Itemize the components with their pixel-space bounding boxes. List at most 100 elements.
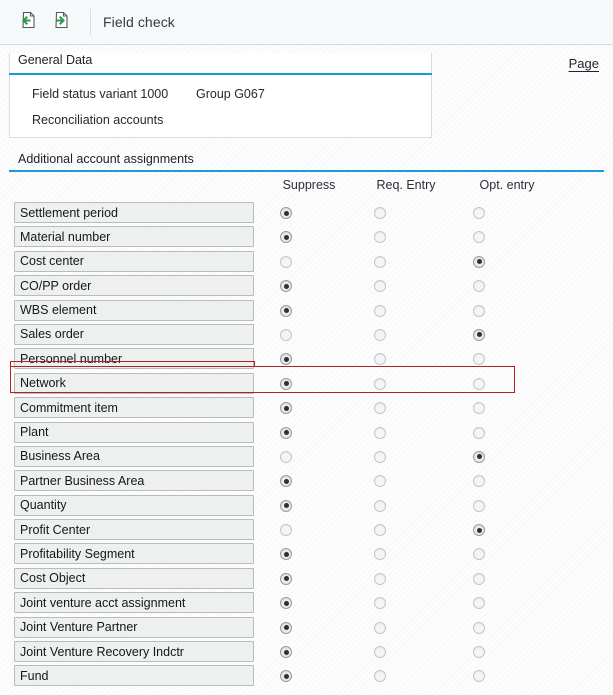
radio-suppress[interactable] <box>280 231 292 244</box>
table-row: Personnel number <box>0 347 613 371</box>
radio-suppress[interactable] <box>280 646 292 659</box>
row-label-field[interactable]: Fund <box>14 665 254 687</box>
radio-suppress[interactable] <box>280 426 292 439</box>
radio-req-entry[interactable] <box>374 597 386 610</box>
radio-suppress[interactable] <box>280 572 292 585</box>
radio-suppress[interactable] <box>280 207 292 219</box>
radio-req-entry[interactable] <box>374 328 386 341</box>
radio-opt-entry[interactable] <box>473 646 485 659</box>
page-title: Field check <box>103 14 175 30</box>
radio-opt-entry[interactable] <box>473 597 485 610</box>
table-row: Joint Venture Partner <box>0 616 613 640</box>
radio-req-entry[interactable] <box>374 280 386 293</box>
row-label-field[interactable]: Sales order <box>14 323 254 345</box>
radio-req-entry[interactable] <box>374 524 386 537</box>
radio-suppress[interactable] <box>280 621 292 634</box>
row-label-field[interactable]: Cost center <box>14 250 254 272</box>
radio-req-entry[interactable] <box>374 231 386 244</box>
table-row: Joint venture acct assignment <box>0 591 613 615</box>
row-label-field[interactable]: CO/PP order <box>14 275 254 297</box>
back-button[interactable] <box>14 8 42 36</box>
row-label-field[interactable]: WBS element <box>14 299 254 321</box>
row-label-field[interactable]: Personnel number <box>14 348 254 370</box>
radio-opt-entry[interactable] <box>473 377 485 390</box>
row-label-field[interactable]: Plant <box>14 421 254 443</box>
radio-suppress[interactable] <box>280 597 292 610</box>
radio-opt-entry[interactable] <box>473 499 485 512</box>
column-header-suppress: Suppress <box>282 178 336 192</box>
radio-opt-entry[interactable] <box>473 353 485 366</box>
radio-opt-entry[interactable] <box>473 450 485 463</box>
radio-req-entry[interactable] <box>374 646 386 659</box>
radio-opt-entry[interactable] <box>473 621 485 634</box>
radio-opt-entry[interactable] <box>473 548 485 561</box>
radio-req-entry[interactable] <box>374 621 386 634</box>
radio-opt-entry[interactable] <box>473 670 485 683</box>
table-row: Cost center <box>0 250 613 274</box>
radio-suppress[interactable] <box>280 353 292 366</box>
radio-req-entry[interactable] <box>374 450 386 463</box>
radio-req-entry[interactable] <box>374 548 386 561</box>
row-label-field[interactable]: Profitability Segment <box>14 543 254 565</box>
row-label-field[interactable]: Profit Center <box>14 519 254 541</box>
row-label-field[interactable]: Business Area <box>14 445 254 467</box>
radio-opt-entry[interactable] <box>473 402 485 415</box>
row-label-field[interactable]: Settlement period <box>14 202 254 223</box>
assignment-table: Settlement period Material number Cost cen… <box>0 201 613 689</box>
radio-suppress[interactable] <box>280 377 292 390</box>
radio-opt-entry[interactable] <box>473 426 485 439</box>
row-label-field[interactable]: Joint Venture Recovery Indctr <box>14 641 254 663</box>
radio-req-entry[interactable] <box>374 402 386 415</box>
radio-opt-entry[interactable] <box>473 231 485 244</box>
row-label-field[interactable]: Commitment item <box>14 397 254 419</box>
radio-req-entry[interactable] <box>374 255 386 268</box>
radio-suppress[interactable] <box>280 475 292 488</box>
column-headers: Suppress Req. Entry Opt. entry <box>0 178 613 200</box>
reconciliation-accounts-label: Reconciliation accounts <box>32 113 164 127</box>
radio-opt-entry[interactable] <box>473 328 485 341</box>
radio-req-entry[interactable] <box>374 207 386 219</box>
row-label-field[interactable]: Joint venture acct assignment <box>14 592 254 614</box>
radio-opt-entry[interactable] <box>473 304 485 317</box>
radio-req-entry[interactable] <box>374 475 386 488</box>
row-label-field[interactable]: Material number <box>14 226 254 248</box>
radio-opt-entry[interactable] <box>473 207 485 219</box>
radio-suppress[interactable] <box>280 255 292 268</box>
radio-suppress[interactable] <box>280 328 292 341</box>
radio-opt-entry[interactable] <box>473 524 485 537</box>
radio-req-entry[interactable] <box>374 572 386 585</box>
radio-suppress[interactable] <box>280 524 292 537</box>
radio-suppress[interactable] <box>280 280 292 293</box>
row-label-field[interactable]: Cost Object <box>14 567 254 589</box>
radio-req-entry[interactable] <box>374 426 386 439</box>
radio-opt-entry[interactable] <box>473 255 485 268</box>
row-label-field[interactable]: Joint Venture Partner <box>14 616 254 638</box>
table-row: Quantity <box>0 494 613 518</box>
radio-opt-entry[interactable] <box>473 280 485 293</box>
radio-req-entry[interactable] <box>374 353 386 366</box>
table-row: Plant <box>0 421 613 445</box>
row-label-field[interactable]: Quantity <box>14 494 254 516</box>
radio-req-entry[interactable] <box>374 377 386 390</box>
radio-req-entry[interactable] <box>374 499 386 512</box>
radio-suppress[interactable] <box>280 450 292 463</box>
page-content: Page General Data Field status variant 1… <box>0 45 613 695</box>
radio-suppress[interactable] <box>280 402 292 415</box>
table-row: Cost Object <box>0 567 613 591</box>
table-row: WBS element <box>0 299 613 323</box>
row-label-field[interactable]: Partner Business Area <box>14 470 254 492</box>
radio-req-entry[interactable] <box>374 670 386 683</box>
radio-req-entry[interactable] <box>374 304 386 317</box>
table-row: Commitment item <box>0 396 613 420</box>
radio-suppress[interactable] <box>280 670 292 683</box>
forward-button[interactable] <box>48 8 76 36</box>
top-toolbar: Field check <box>0 0 613 45</box>
radio-suppress[interactable] <box>280 304 292 317</box>
radio-opt-entry[interactable] <box>473 572 485 585</box>
column-header-req-entry: Req. Entry <box>376 178 436 192</box>
row-label-field[interactable]: Network <box>14 372 254 394</box>
radio-opt-entry[interactable] <box>473 475 485 488</box>
radio-suppress[interactable] <box>280 499 292 512</box>
page-link[interactable]: Page <box>569 56 599 71</box>
radio-suppress[interactable] <box>280 548 292 561</box>
